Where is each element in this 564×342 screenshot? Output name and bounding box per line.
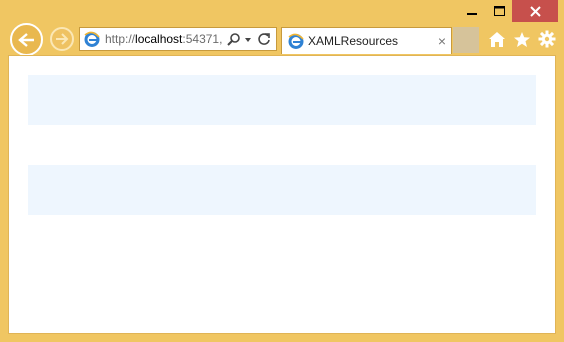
browser-window: http://localhost:54371, XAMLResources × [0,0,564,342]
tab-title: XAMLResources [308,34,399,48]
refresh-icon[interactable] [257,32,271,46]
home-icon [489,31,505,47]
maximize-button[interactable] [486,0,512,22]
home-button[interactable] [487,29,507,49]
content-band [28,165,536,215]
address-url[interactable]: http://localhost:54371, [105,32,223,46]
url-host: localhost [135,32,183,46]
forward-button[interactable] [50,27,74,51]
search-icon[interactable] [227,32,241,46]
page-content [8,55,556,334]
back-arrow-icon [17,32,34,47]
favorites-star-icon [514,31,530,47]
close-icon [529,5,541,17]
new-tab-button[interactable] [453,27,479,53]
favorites-button[interactable] [512,29,532,49]
url-scheme: http:// [105,32,136,46]
minimize-icon [467,13,477,15]
maximize-icon [493,6,505,16]
url-port: :54371, [182,32,223,46]
ie-logo-icon [288,33,304,49]
address-actions [227,32,271,46]
close-button[interactable] [512,0,558,22]
tab-close-button[interactable]: × [433,33,451,49]
address-bar[interactable]: http://localhost:54371, [79,27,277,51]
forward-arrow-icon [56,33,69,45]
title-bar: http://localhost:54371, XAMLResources × [0,0,564,56]
minimize-button[interactable] [458,0,486,22]
settings-gear-icon [538,30,556,48]
dropdown-icon[interactable] [243,32,253,46]
back-button[interactable] [10,23,43,56]
content-band [28,75,536,125]
tab-xamlresources[interactable]: XAMLResources × [281,27,452,54]
settings-button[interactable] [537,29,557,49]
ie-logo-icon [84,31,100,47]
